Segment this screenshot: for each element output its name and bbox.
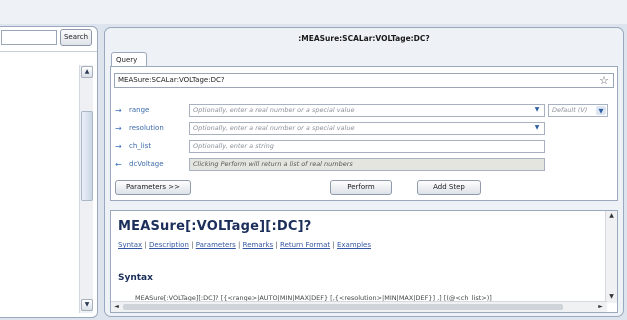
param-label-ch-list: ch_list (129, 142, 152, 150)
scrollbar-thumb[interactable] (81, 111, 93, 201)
star-icon[interactable]: ☆ (599, 74, 609, 87)
link-separator: | (275, 241, 278, 249)
scroll-left-icon[interactable]: ◄ (112, 303, 121, 311)
range-unit-select[interactable]: Default (V) ▼ (548, 104, 608, 117)
query-area: MEASure:SCALar:VOLTage:DC? ☆ → range Opt… (110, 66, 618, 201)
arrow-right-icon: → (115, 124, 122, 133)
link-separator: | (332, 241, 335, 249)
help-area: MEASure[:VOLTage][:DC]? Syntax | Descrip… (110, 210, 618, 313)
perform-button[interactable]: Perform (330, 180, 392, 195)
link-examples[interactable]: Examples (337, 241, 371, 249)
left-divider (0, 51, 97, 52)
param-label-dcvoltage: dcVoltage (129, 160, 164, 168)
range-placeholder: Optionally, enter a real number or a spe… (193, 106, 355, 114)
resolution-dropdown-icon[interactable]: ▼ (532, 123, 542, 133)
param-row-dcvoltage: ← dcVoltage Clicking Perform will return… (115, 158, 615, 172)
left-scrollbar[interactable]: ▲ ▼ (79, 65, 93, 313)
help-vertical-scrollbar[interactable]: ▲ ▼ (605, 211, 617, 303)
panel-title: :MEASure:SCALar:VOLTage:DC? (298, 34, 430, 43)
top-strip (0, 0, 627, 24)
command-panel: :MEASure:SCALar:VOLTage:DC? Query MEASur… (104, 27, 624, 317)
help-links: Syntax | Description | Parameters | Rema… (118, 241, 371, 249)
link-parameters[interactable]: Parameters (196, 241, 236, 249)
scroll-down-icon[interactable]: ▼ (81, 299, 93, 311)
help-horizontal-scrollbar[interactable]: ◄ ► (111, 301, 607, 312)
left-pane: Search ▲ ▼ (0, 26, 98, 318)
param-label-resolution: resolution (129, 124, 164, 132)
tab-query[interactable]: Query (111, 52, 147, 67)
param-row-resolution: → resolution Optionally, enter a real nu… (115, 122, 615, 136)
arrow-right-icon: → (115, 106, 122, 115)
command-field[interactable]: MEASure:SCALar:VOLTage:DC? ☆ (114, 73, 614, 88)
help-heading: MEASure[:VOLTage][:DC]? (118, 219, 312, 234)
horizontal-scroll-thumb[interactable] (123, 304, 563, 310)
chevron-down-icon[interactable]: ▼ (596, 106, 606, 115)
ch-list-placeholder: Optionally, enter a string (193, 142, 274, 150)
resolution-placeholder: Optionally, enter a real number or a spe… (193, 124, 355, 132)
search-button[interactable]: Search (60, 29, 92, 46)
link-separator: | (144, 241, 147, 249)
dcvoltage-value: Clicking Perform will return a list of r… (193, 160, 353, 168)
resolution-input[interactable]: Optionally, enter a real number or a spe… (189, 122, 545, 135)
range-input[interactable]: Optionally, enter a real number or a spe… (189, 104, 545, 117)
range-unit-value: Default (V) (552, 106, 588, 114)
search-input[interactable] (1, 30, 57, 45)
dcvoltage-output: Clicking Perform will return a list of r… (189, 158, 545, 171)
link-description[interactable]: Description (149, 241, 189, 249)
ch-list-input[interactable]: Optionally, enter a string (189, 140, 545, 153)
arrow-left-icon: ← (115, 160, 122, 169)
arrow-right-icon: → (115, 142, 122, 151)
add-step-button[interactable]: Add Step (417, 180, 481, 195)
scroll-up-icon[interactable]: ▲ (81, 66, 93, 78)
syntax-heading: Syntax (118, 273, 153, 283)
link-return-format[interactable]: Return Format (280, 241, 330, 249)
link-separator: | (191, 241, 194, 249)
parameters-button[interactable]: Parameters >> (115, 180, 191, 195)
param-row-ch-list: → ch_list Optionally, enter a string (115, 140, 615, 154)
scroll-right-icon[interactable]: ► (596, 303, 605, 311)
param-row-range: → range Optionally, enter a real number … (115, 104, 615, 118)
param-label-range: range (129, 106, 150, 114)
scroll-down-icon[interactable]: ▼ (607, 293, 616, 301)
link-remarks[interactable]: Remarks (243, 241, 274, 249)
command-text: MEASure:SCALar:VOLTage:DC? (118, 76, 225, 84)
scroll-up-icon[interactable]: ▲ (607, 212, 616, 220)
range-dropdown-icon[interactable]: ▼ (532, 105, 542, 115)
link-syntax[interactable]: Syntax (118, 241, 142, 249)
link-separator: | (238, 241, 241, 249)
